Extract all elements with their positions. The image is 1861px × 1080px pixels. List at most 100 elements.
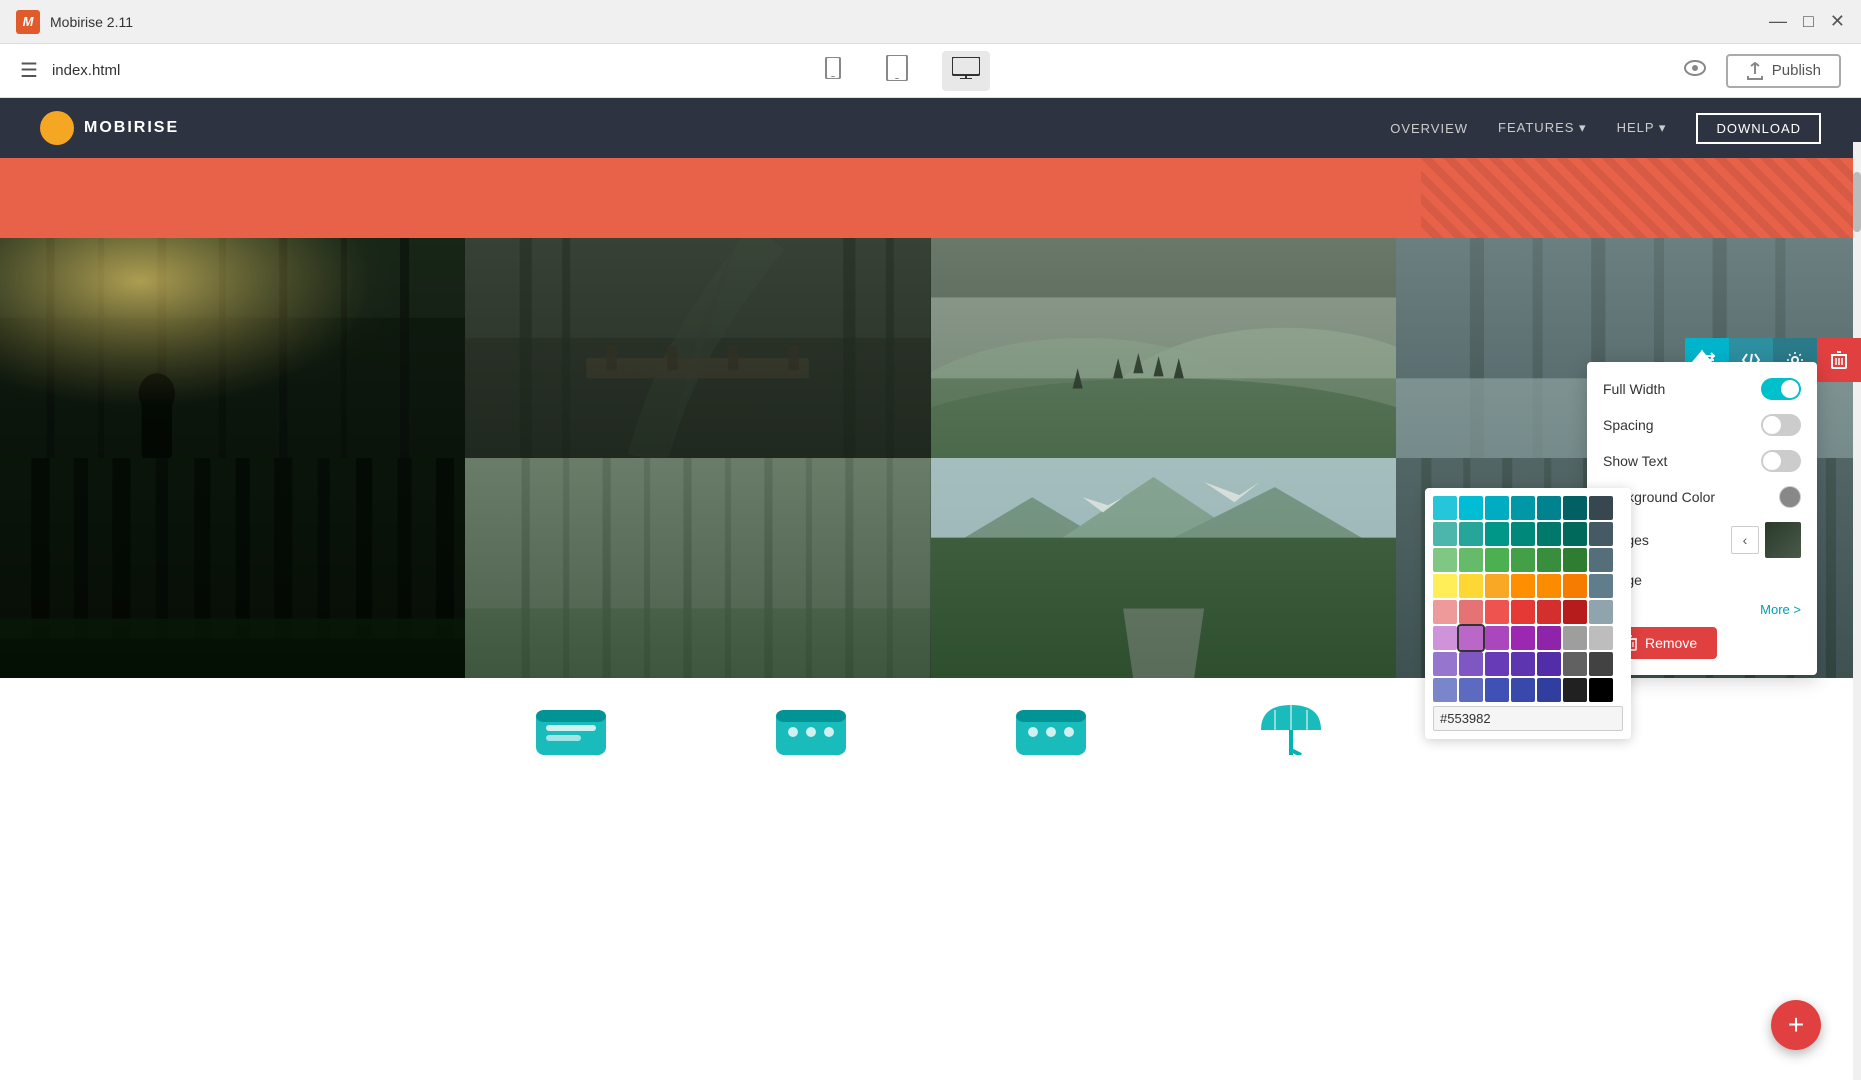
color-cell[interactable]: [1563, 678, 1587, 702]
color-cell[interactable]: [1537, 548, 1561, 572]
color-cell[interactable]: [1485, 522, 1509, 546]
color-cell[interactable]: [1589, 600, 1613, 624]
color-cell[interactable]: [1563, 600, 1587, 624]
color-cell[interactable]: [1459, 548, 1483, 572]
color-cell[interactable]: [1589, 678, 1613, 702]
publish-button[interactable]: Publish: [1726, 54, 1841, 88]
color-cell[interactable]: [1537, 678, 1561, 702]
minimize-button[interactable]: —: [1769, 11, 1787, 32]
color-cell[interactable]: [1511, 574, 1535, 598]
menu-button[interactable]: ☰: [20, 58, 38, 83]
color-hex-input[interactable]: [1433, 706, 1623, 731]
color-cell[interactable]: [1433, 548, 1457, 572]
show-text-label: Show Text: [1603, 453, 1667, 469]
color-cell[interactable]: [1537, 496, 1561, 520]
color-cell[interactable]: [1433, 574, 1457, 598]
color-cell[interactable]: [1459, 574, 1483, 598]
tablet-view-button[interactable]: [876, 49, 918, 93]
app-logo: M: [16, 10, 40, 34]
color-cell[interactable]: [1511, 626, 1535, 650]
bottom-icon-3: [1011, 700, 1091, 755]
color-cell[interactable]: [1433, 678, 1457, 702]
site-brand-name: MOBIRISE: [84, 119, 179, 137]
color-cell[interactable]: [1459, 652, 1483, 676]
desktop-view-button[interactable]: [942, 51, 990, 91]
color-cell[interactable]: [1563, 522, 1587, 546]
nav-link-features[interactable]: FEATURES ▾: [1498, 120, 1587, 136]
color-cell[interactable]: [1433, 496, 1457, 520]
color-cell[interactable]: [1459, 600, 1483, 624]
color-cell[interactable]: [1485, 626, 1509, 650]
logo-letter: M: [23, 14, 34, 29]
color-cell[interactable]: [1537, 600, 1561, 624]
site-logo-icon: [40, 111, 74, 145]
site-navbar: MOBIRISE OVERVIEW FEATURES ▾ HELP ▾ DOWN…: [0, 98, 1861, 158]
color-cell[interactable]: [1563, 574, 1587, 598]
full-width-toggle[interactable]: [1761, 378, 1801, 400]
color-cell[interactable]: [1459, 626, 1483, 650]
bg-color-swatch[interactable]: [1779, 486, 1801, 508]
color-cell[interactable]: [1589, 574, 1613, 598]
color-cell[interactable]: [1589, 496, 1613, 520]
color-cell[interactable]: [1511, 600, 1535, 624]
nav-link-overview[interactable]: OVERVIEW: [1390, 121, 1468, 136]
color-cell[interactable]: [1433, 600, 1457, 624]
color-cell[interactable]: [1511, 548, 1535, 572]
color-cell[interactable]: [1511, 496, 1535, 520]
color-cell[interactable]: [1537, 574, 1561, 598]
desktop-icon: [952, 57, 980, 79]
color-cell[interactable]: [1511, 678, 1535, 702]
title-bar: M Mobirise 2.11 — □ ✕: [0, 0, 1861, 44]
color-cell[interactable]: [1563, 496, 1587, 520]
grid-cell-2: [465, 238, 930, 458]
color-cell[interactable]: [1589, 652, 1613, 676]
color-cell[interactable]: [1485, 548, 1509, 572]
toolbar-left: ☰ index.html: [20, 58, 120, 83]
close-button[interactable]: ✕: [1830, 11, 1845, 32]
toggle-knob-full-width: [1781, 380, 1799, 398]
fab-add-button[interactable]: +: [1771, 1000, 1821, 1050]
panel-arrow: [1692, 350, 1712, 362]
color-cell[interactable]: [1433, 626, 1457, 650]
color-cell[interactable]: [1485, 496, 1509, 520]
scrollbar[interactable]: [1853, 142, 1861, 1080]
forest-image-7: [931, 458, 1396, 678]
color-cell[interactable]: [1459, 522, 1483, 546]
nav-download-button[interactable]: DOWNLOAD: [1696, 113, 1821, 144]
color-cell[interactable]: [1433, 652, 1457, 676]
full-width-label: Full Width: [1603, 381, 1665, 397]
color-cell[interactable]: [1563, 652, 1587, 676]
color-cell[interactable]: [1485, 678, 1509, 702]
more-link[interactable]: More >: [1603, 602, 1801, 617]
grid-cell-1: [0, 238, 465, 458]
color-cell[interactable]: [1563, 626, 1587, 650]
color-cell[interactable]: [1537, 652, 1561, 676]
file-name: index.html: [52, 62, 120, 79]
show-text-toggle[interactable]: [1761, 450, 1801, 472]
tablet-icon: [886, 55, 908, 81]
prev-image-button[interactable]: ‹: [1731, 526, 1759, 554]
toolbar: ☰ index.html: [0, 44, 1861, 98]
color-cell[interactable]: [1563, 548, 1587, 572]
maximize-button[interactable]: □: [1803, 11, 1814, 32]
preview-button[interactable]: [1684, 59, 1706, 82]
color-cell[interactable]: [1589, 548, 1613, 572]
spacing-toggle[interactable]: [1761, 414, 1801, 436]
color-cell[interactable]: [1485, 652, 1509, 676]
delete-button[interactable]: [1817, 338, 1861, 382]
images-row: Images ‹: [1603, 522, 1801, 558]
color-cell[interactable]: [1589, 626, 1613, 650]
toolbar-right: Publish: [1684, 54, 1841, 88]
color-cell[interactable]: [1537, 522, 1561, 546]
color-cell[interactable]: [1511, 652, 1535, 676]
color-cell[interactable]: [1485, 600, 1509, 624]
color-cell[interactable]: [1511, 522, 1535, 546]
color-cell[interactable]: [1433, 522, 1457, 546]
mobile-view-button[interactable]: [814, 51, 852, 91]
color-cell[interactable]: [1459, 678, 1483, 702]
color-cell[interactable]: [1537, 626, 1561, 650]
color-cell[interactable]: [1589, 522, 1613, 546]
color-cell[interactable]: [1485, 574, 1509, 598]
color-cell[interactable]: [1459, 496, 1483, 520]
nav-link-help[interactable]: HELP ▾: [1617, 120, 1667, 136]
